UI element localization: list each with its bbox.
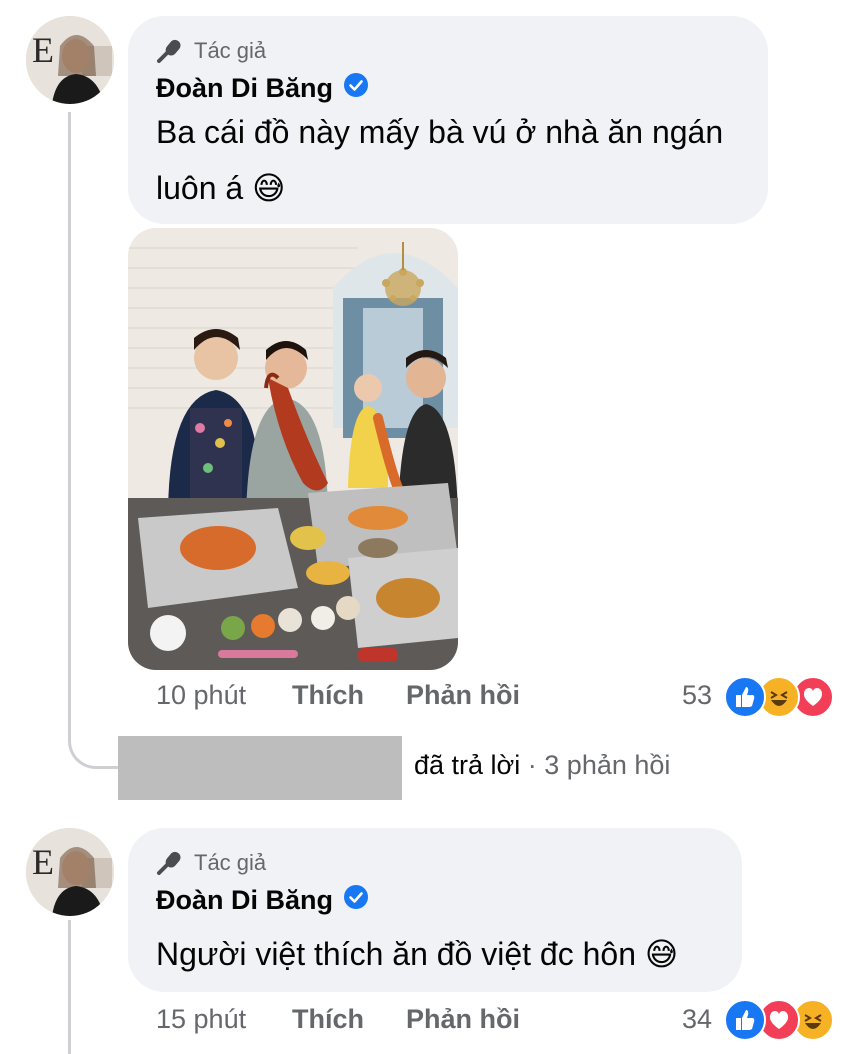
author-badge: Tác giả [156,850,266,876]
reply-count: 3 phản hồi [544,750,671,780]
verified-icon [343,884,369,917]
thread-line [68,920,71,1054]
comment-photo[interactable] [128,228,458,670]
verified-icon [343,72,369,105]
like-icon [724,999,766,1041]
like-icon [724,676,766,718]
author-name[interactable]: Đoàn Di Băng [156,884,369,917]
author-name[interactable]: Đoàn Di Băng [156,72,369,105]
reaction-count[interactable]: 34 [682,1004,712,1035]
avatar-image: E [26,16,114,104]
sweat-smile-emoji: 😅 [644,936,679,972]
avatar[interactable]: E [26,16,114,104]
photo-image [128,228,458,670]
avatar-image: E [26,828,114,916]
thread-line [68,112,71,732]
separator: · [527,750,537,780]
comment-text-line2: luôn á [156,170,244,206]
reactions-summary[interactable] [724,676,834,718]
view-replies-link[interactable]: đã trả lời · 3 phản hồi [414,750,670,781]
reaction-count[interactable]: 53 [682,680,712,711]
reply-button[interactable]: Phản hồi [406,680,520,711]
like-button[interactable]: Thích [292,680,364,711]
comment-text-line: Người việt thích ăn đồ việt đc hôn [156,936,636,972]
author-name-label: Đoàn Di Băng [156,885,334,915]
comment-text: Người việt thích ăn đồ việt đc hôn 😅 [156,926,736,982]
comment-text-line: luôn á 😅 [156,160,756,216]
author-name-label: Đoàn Di Băng [156,73,334,103]
reply-button[interactable]: Phản hồi [406,1004,520,1035]
author-badge: Tác giả [156,38,266,64]
avatar[interactable]: E [26,828,114,916]
comment-text: Ba cái đồ này mấy bà vú ở nhà ăn ngán lu… [156,104,756,216]
svg-text:E: E [32,842,54,882]
sweat-smile-emoji: 😅 [252,170,286,206]
thread-line-curve [68,730,119,769]
author-badge-label: Tác giả [194,850,267,875]
like-button[interactable]: Thích [292,1004,364,1035]
reactions-summary[interactable] [724,999,834,1041]
comment-text-line: Ba cái đồ này mấy bà vú ở nhà ăn ngán [156,114,724,150]
microphone-icon [157,39,181,63]
comment-time[interactable]: 10 phút [156,680,246,711]
replied-text: đã trả lời [414,750,521,780]
comment-time[interactable]: 15 phút [156,1004,246,1035]
author-badge-label: Tác giả [194,38,267,63]
redacted-name [118,736,402,800]
svg-text:E: E [32,30,54,70]
microphone-icon [157,851,181,875]
